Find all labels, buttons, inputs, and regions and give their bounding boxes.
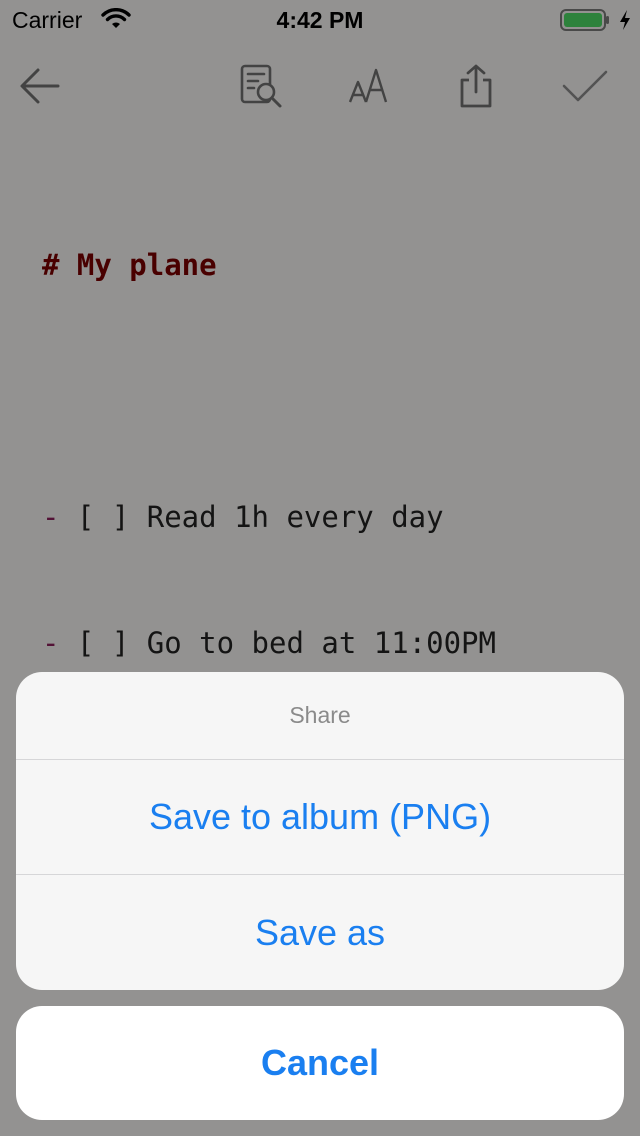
action-sheet-title: Share bbox=[16, 672, 624, 760]
share-action-sheet: Share Save to album (PNG) Save as bbox=[16, 672, 624, 990]
save-to-album-button[interactable]: Save to album (PNG) bbox=[16, 760, 624, 875]
cancel-button[interactable]: Cancel bbox=[16, 1006, 624, 1120]
save-as-button[interactable]: Save as bbox=[16, 875, 624, 990]
